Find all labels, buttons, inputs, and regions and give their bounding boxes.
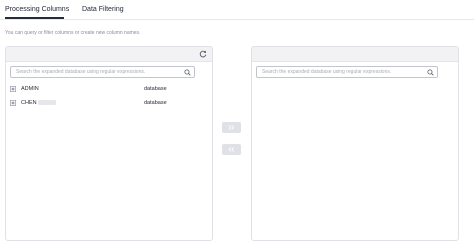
source-search-input[interactable]: Search the expanded database using regul… xyxy=(10,66,195,78)
active-tab-indicator xyxy=(5,17,64,19)
tab-bar: Processing Columns Data Filtering xyxy=(0,0,474,20)
redacted-text xyxy=(37,100,56,105)
source-panel: Search the expanded database using regul… xyxy=(5,46,213,241)
target-search-placeholder: Search the expanded database using regul… xyxy=(262,69,392,75)
database-name: ADMIN xyxy=(21,86,39,92)
database-name: CHEN xyxy=(21,100,37,106)
expand-icon[interactable] xyxy=(10,86,16,92)
tab-data-filtering[interactable]: Data Filtering xyxy=(82,5,124,14)
double-chevron-left-icon xyxy=(228,147,234,152)
move-left-button[interactable] xyxy=(222,144,241,155)
source-search-placeholder: Search the expanded database using regul… xyxy=(16,69,146,75)
double-chevron-right-icon xyxy=(228,125,235,130)
search-icon[interactable] xyxy=(184,69,191,76)
tab-processing-columns[interactable]: Processing Columns xyxy=(5,5,69,14)
refresh-icon[interactable] xyxy=(199,50,207,58)
target-panel: Search the expanded database using regul… xyxy=(251,46,459,241)
expand-icon[interactable] xyxy=(10,100,16,106)
source-panel-header xyxy=(6,47,212,62)
hint-text: You can query or filter columns or creat… xyxy=(5,30,141,36)
database-type: database xyxy=(144,100,167,106)
target-search-input[interactable]: Search the expanded database using regul… xyxy=(256,66,438,78)
search-icon[interactable] xyxy=(427,69,434,76)
list-item[interactable]: CHEN database xyxy=(10,99,180,109)
database-name-row: CHEN xyxy=(21,100,56,107)
database-type: database xyxy=(144,86,167,92)
target-panel-header xyxy=(252,47,458,62)
move-right-button[interactable] xyxy=(222,122,241,133)
list-item[interactable]: ADMIN database xyxy=(10,85,180,95)
